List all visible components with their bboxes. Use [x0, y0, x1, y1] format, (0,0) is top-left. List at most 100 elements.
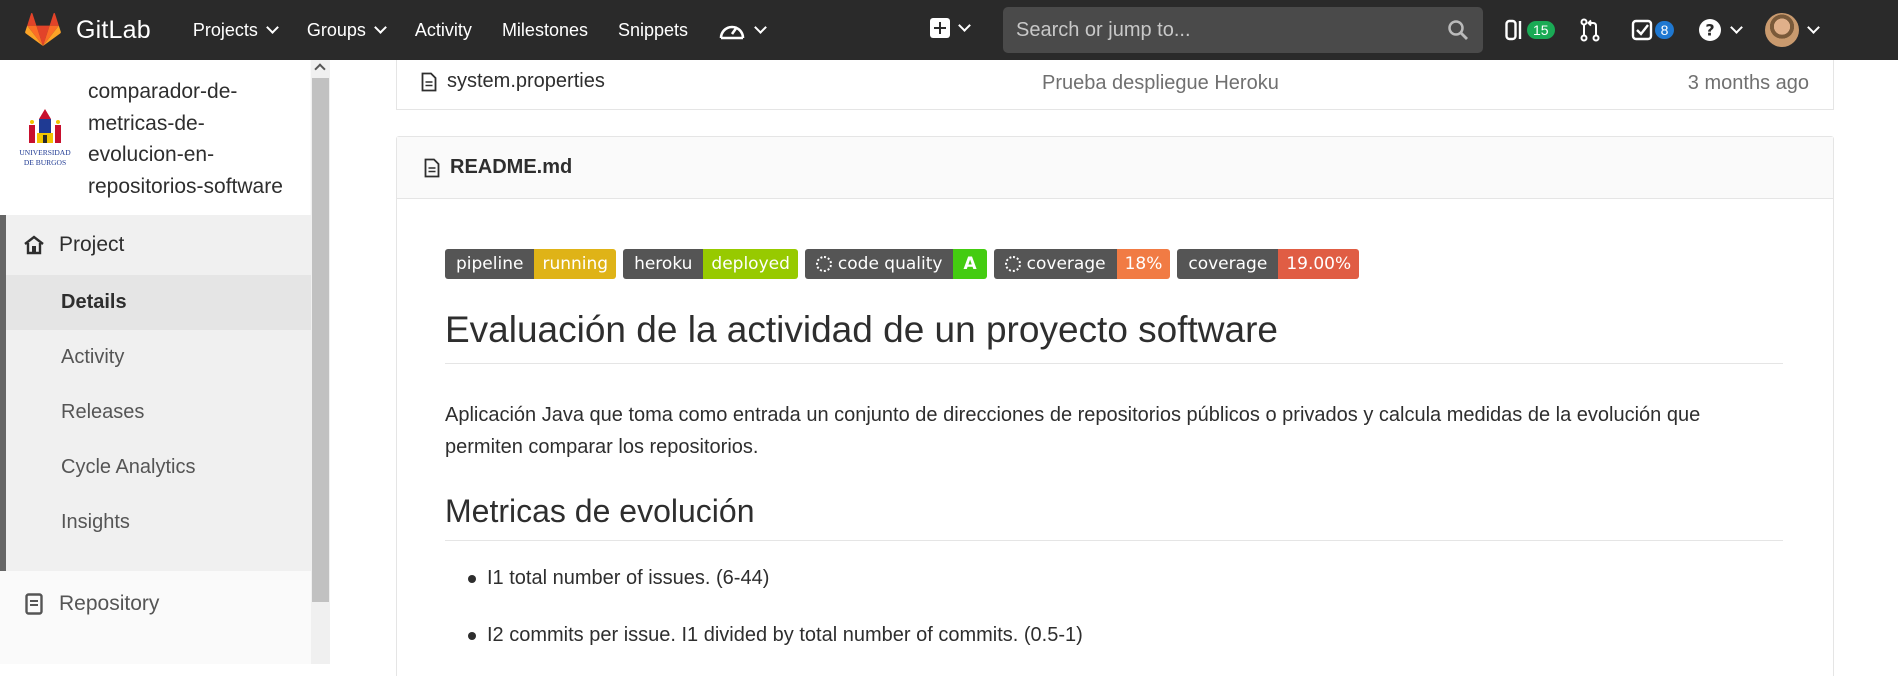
new-item-dropdown[interactable]	[930, 18, 971, 38]
readme-header: README.md	[397, 137, 1833, 199]
gitlab-home-link[interactable]: GitLab	[24, 0, 151, 60]
sidebar-item-label: Cycle Analytics	[61, 456, 196, 478]
spinner-icon	[815, 256, 832, 272]
todo-checkbox-icon	[1631, 19, 1652, 41]
sidebar-item-label: Activity	[61, 346, 125, 368]
help-dropdown[interactable]: ?	[1698, 18, 1744, 42]
search-icon[interactable]	[1447, 19, 1469, 41]
sidebar-item-activity[interactable]: Activity	[6, 330, 311, 385]
coverage-badge-codeclimate[interactable]: coverage 18%	[993, 249, 1171, 279]
merge-request-icon	[1580, 18, 1600, 42]
nav-milestones[interactable]: Milestones	[502, 20, 588, 41]
svg-text:UNIVERSIDAD: UNIVERSIDAD	[19, 148, 71, 157]
file-icon	[421, 72, 437, 91]
sidebar-scrollbar-thumb[interactable]	[312, 78, 329, 602]
chevron-down-icon	[374, 21, 387, 34]
project-sidebar: UNIVERSIDAD DE BURGOS comparador-de- met…	[0, 60, 330, 664]
chevron-down-icon	[958, 19, 971, 32]
badge-value: running	[534, 249, 617, 279]
readme-filename[interactable]: README.md	[450, 156, 572, 179]
main-nav: Projects Groups Activity Milestones Snip…	[193, 0, 795, 60]
heroku-badge[interactable]: heroku deployed	[623, 249, 798, 279]
sidebar-item-label: Releases	[61, 401, 145, 423]
svg-text:?: ?	[1706, 21, 1715, 40]
file-link[interactable]: system.properties	[421, 70, 605, 93]
list-item: I1 total number of issues. (6-44)	[445, 562, 1783, 619]
todos-link[interactable]: 8	[1631, 19, 1675, 41]
sidebar-item-label: Project	[59, 233, 125, 256]
nav-groups[interactable]: Groups	[306, 19, 387, 41]
plus-square-icon	[930, 18, 950, 38]
header-right-icons: 15 8 ?	[1505, 0, 1842, 60]
project-title-line: comparador-de-	[88, 80, 238, 103]
badge-value: 18%	[1116, 249, 1171, 279]
svg-text:DE BURGOS: DE BURGOS	[24, 158, 66, 167]
project-title[interactable]: comparador-de- metricas-de- evolucion-en…	[88, 76, 308, 202]
user-menu[interactable]	[1765, 13, 1821, 47]
readme-badges: pipeline running heroku deployed code qu…	[445, 249, 1366, 279]
badge-label: heroku	[623, 249, 704, 279]
spinner-icon	[1004, 256, 1021, 272]
project-header[interactable]: UNIVERSIDAD DE BURGOS comparador-de- met…	[0, 60, 310, 215]
badge-label-wrap: code quality	[804, 249, 954, 279]
readme-heading-2: Metricas de evolución	[445, 493, 1783, 541]
gitlab-brand-text: GitLab	[76, 15, 151, 44]
top-navbar: GitLab Projects Groups Activity Mileston…	[0, 0, 1898, 60]
badge-label: pipeline	[445, 249, 535, 279]
code-quality-badge[interactable]: code quality A	[804, 249, 987, 279]
badge-label-wrap: coverage	[993, 249, 1117, 279]
project-title-line: repositorios-software	[88, 174, 283, 198]
university-logo-icon: UNIVERSIDAD DE BURGOS	[19, 109, 71, 167]
dashboard-gauge-icon	[719, 25, 745, 40]
last-commit-message[interactable]: Prueba despliegue Heroku	[1042, 72, 1279, 95]
nav-projects[interactable]: Projects	[192, 19, 279, 41]
file-icon	[424, 158, 440, 177]
nav-projects-label: Projects	[192, 19, 258, 40]
file-tree-row: system.properties Prueba despliegue Hero…	[396, 60, 1834, 110]
badge-value: A	[953, 249, 987, 279]
badge-value: deployed	[703, 249, 798, 279]
last-update-time: 3 months ago	[1687, 72, 1809, 94]
performance-dashboard-button[interactable]	[718, 19, 767, 41]
metrics-list: I1 total number of issues. (6-44) I2 com…	[445, 562, 1783, 676]
issues-count-badge: 15	[1527, 21, 1555, 39]
list-item: I2 commits per issue. I1 divided by tota…	[445, 619, 1783, 676]
home-icon	[24, 235, 44, 255]
sidebar-item-label: Repository	[59, 591, 160, 615]
avatar	[1765, 13, 1800, 47]
readme-paragraph: Aplicación Java que toma como entrada un…	[445, 404, 1701, 458]
search-input[interactable]	[1016, 18, 1436, 42]
nav-groups-label: Groups	[306, 19, 366, 40]
chevron-down-icon	[266, 21, 279, 34]
merge-requests-link[interactable]	[1579, 18, 1601, 42]
project-title-line: metricas-de-	[88, 111, 205, 135]
chevron-down-icon	[754, 21, 767, 34]
nav-snippets-label: Snippets	[617, 19, 689, 40]
issues-link[interactable]: 15	[1505, 19, 1555, 41]
file-name: system.properties	[447, 70, 605, 92]
gitlab-logo-icon	[25, 12, 61, 46]
nav-snippets[interactable]: Snippets	[618, 20, 688, 41]
pipeline-badge[interactable]: pipeline running	[445, 249, 617, 279]
sidebar-item-details[interactable]: Details	[6, 275, 311, 330]
sidebar-item-repository[interactable]: Repository	[0, 571, 311, 636]
badge-label: coverage	[1177, 249, 1279, 279]
nav-activity-label: Activity	[414, 19, 472, 40]
nav-activity[interactable]: Activity	[415, 20, 472, 41]
sidebar-item-project[interactable]: Project	[6, 215, 124, 275]
sidebar-item-insights[interactable]: Insights	[6, 495, 311, 550]
repository-doc-icon	[25, 592, 43, 615]
chevron-down-icon	[1807, 21, 1821, 34]
nav-milestones-label: Milestones	[501, 19, 588, 40]
main-content: system.properties Prueba despliegue Hero…	[331, 60, 1898, 676]
sidebar-item-label: Details	[61, 291, 127, 313]
readme-heading-1: Evaluación de la actividad de un proyect…	[445, 309, 1783, 364]
sidebar-item-cycle-analytics[interactable]: Cycle Analytics	[6, 440, 311, 495]
help-question-icon: ?	[1699, 19, 1722, 41]
badge-value: 19.00%	[1278, 249, 1360, 279]
project-title-line: evolucion-en-	[88, 143, 215, 166]
sidebar-project-section: Project Details Activity Releases Cycle …	[0, 215, 311, 571]
coverage-badge[interactable]: coverage 19.00%	[1177, 249, 1360, 279]
issues-icon	[1505, 19, 1522, 41]
sidebar-item-releases[interactable]: Releases	[6, 385, 311, 440]
